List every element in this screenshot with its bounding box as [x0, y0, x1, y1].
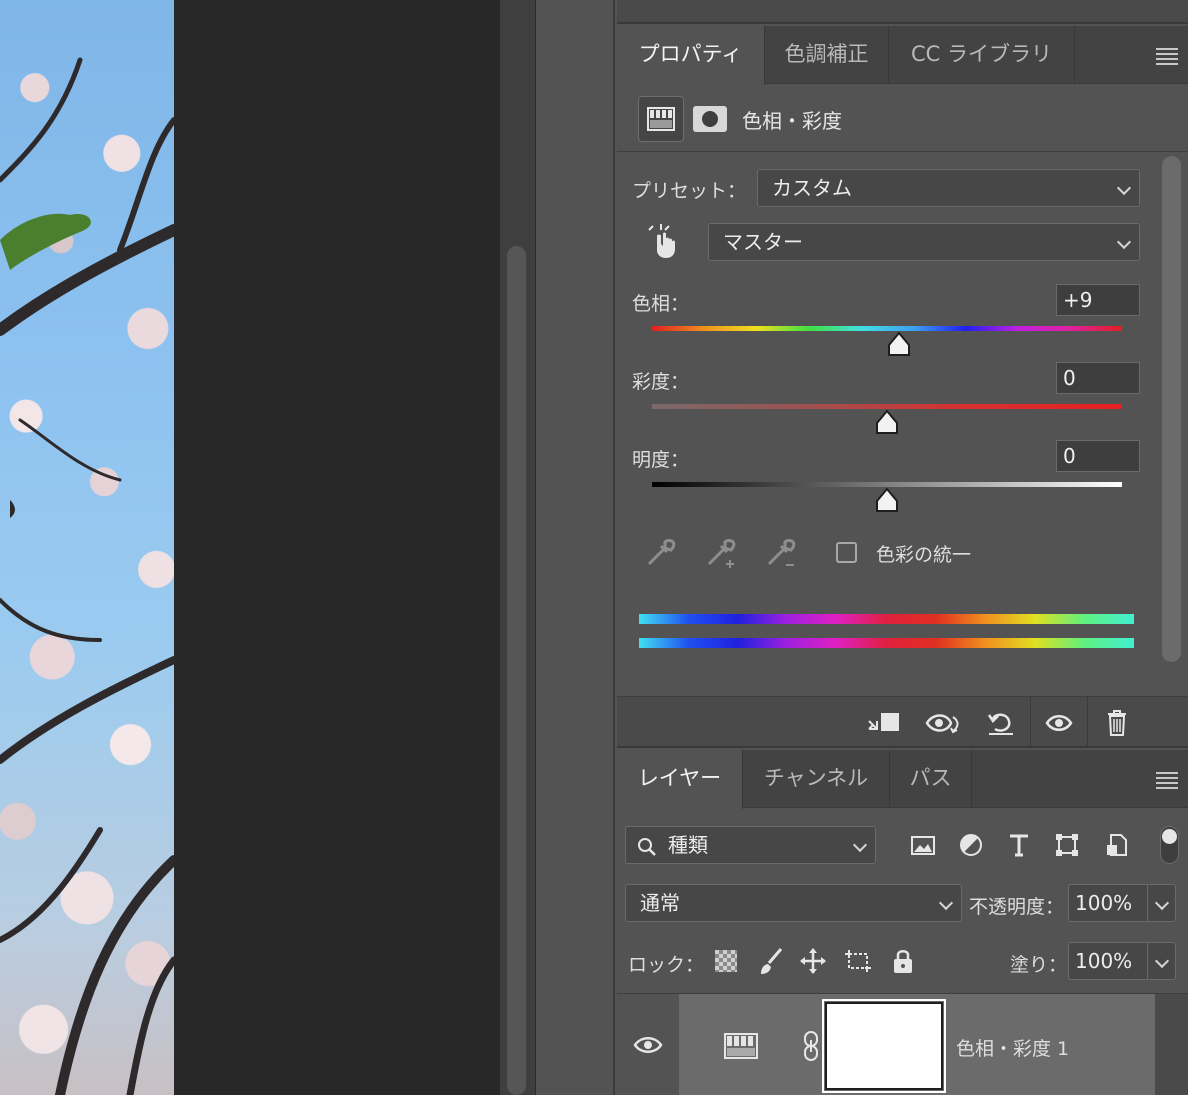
- panel-menu-icon[interactable]: [1156, 48, 1178, 65]
- tab-channels[interactable]: チャンネル: [743, 750, 890, 808]
- source-color-bar: [639, 614, 1134, 624]
- tab-adjustments[interactable]: 色調補正: [765, 26, 889, 84]
- lightness-value-field[interactable]: 0: [1056, 440, 1140, 472]
- preset-select[interactable]: カスタム: [757, 169, 1140, 207]
- saturation-slider-thumb[interactable]: [875, 409, 899, 435]
- reset-icon[interactable]: [981, 707, 1021, 739]
- smart-object-filter-icon[interactable]: [1103, 831, 1131, 859]
- chevron-down-icon[interactable]: [1154, 895, 1170, 911]
- hue-label: 色相：: [632, 293, 690, 315]
- hue-value-field[interactable]: +9: [1056, 284, 1140, 316]
- targeted-adjustment-hand-icon[interactable]: [645, 222, 679, 260]
- chevron-down-icon: [1116, 180, 1132, 196]
- layer-visibility-eye-icon[interactable]: [633, 1034, 663, 1056]
- canvas-photo: [0, 0, 174, 1095]
- properties-tab-bar: プロパティ 色調補正 CC ライブラリ: [617, 26, 1188, 85]
- layer-filter-kind-select[interactable]: 種類: [625, 826, 876, 864]
- tab-cc-libraries[interactable]: CC ライブラリ: [889, 26, 1075, 84]
- tab-layers[interactable]: レイヤー: [617, 750, 743, 809]
- fill-field[interactable]: 100%: [1068, 942, 1176, 980]
- preset-value: カスタム: [772, 176, 852, 200]
- canvas-scrollbar-thumb[interactable]: [507, 246, 526, 1095]
- saturation-value-field[interactable]: 0: [1056, 362, 1140, 394]
- colorize-label: 色彩の統一: [876, 544, 972, 566]
- adjustment-filter-icon[interactable]: [957, 831, 985, 859]
- lock-all-icon[interactable]: [890, 946, 916, 976]
- layer-row[interactable]: 色相・彩度 1: [617, 993, 1188, 1095]
- result-color-bar: [639, 638, 1134, 648]
- adjustment-title: 色相・彩度: [742, 109, 842, 133]
- lock-transparency-icon[interactable]: [715, 950, 737, 972]
- lock-artboard-icon[interactable]: [843, 946, 873, 976]
- clip-to-layer-icon[interactable]: [863, 707, 903, 739]
- visibility-eye-icon[interactable]: [1039, 707, 1079, 739]
- lock-label: ロック：: [628, 954, 705, 976]
- saturation-label: 彩度：: [632, 371, 690, 393]
- lightness-slider-thumb[interactable]: [875, 487, 899, 513]
- layer-mask-thumbnail[interactable]: [822, 999, 946, 1093]
- lightness-label: 明度：: [632, 449, 690, 471]
- search-icon: [638, 838, 656, 856]
- channel-value: マスター: [723, 230, 803, 254]
- layers-tab-bar: レイヤー チャンネル パス: [617, 750, 1188, 809]
- hue-slider-thumb[interactable]: [887, 331, 911, 357]
- preset-label: プリセット：: [632, 180, 747, 202]
- canvas-pasteboard: [174, 0, 500, 1095]
- blend-mode-select[interactable]: 通常: [625, 884, 962, 922]
- view-previous-state-icon[interactable]: [923, 707, 963, 739]
- panel-top-strip: [617, 0, 1188, 24]
- lock-paint-icon[interactable]: [757, 946, 785, 976]
- layer-name[interactable]: 色相・彩度 1: [956, 1034, 1069, 1061]
- properties-footer: [617, 696, 1188, 748]
- chevron-down-icon[interactable]: [1154, 953, 1170, 969]
- link-icon[interactable]: [801, 1030, 821, 1062]
- properties-scrollbar[interactable]: [1162, 156, 1181, 662]
- properties-header: 色相・彩度: [617, 84, 1188, 152]
- tab-paths[interactable]: パス: [890, 750, 972, 808]
- eyedropper-minus-icon[interactable]: [763, 534, 799, 570]
- image-filter-icon[interactable]: [909, 831, 937, 859]
- blend-mode-value: 通常: [640, 891, 680, 915]
- tab-properties[interactable]: プロパティ: [617, 26, 765, 85]
- opacity-value: 100%: [1075, 891, 1133, 915]
- opacity-field[interactable]: 100%: [1068, 884, 1176, 922]
- chevron-down-icon: [1116, 234, 1132, 250]
- trash-icon[interactable]: [1097, 707, 1137, 739]
- layers-panel-menu-icon[interactable]: [1156, 772, 1178, 789]
- layer-visibility-cell[interactable]: [617, 994, 679, 1095]
- fill-value: 100%: [1075, 949, 1133, 973]
- shape-filter-icon[interactable]: [1053, 831, 1081, 859]
- right-panel-dock: プロパティ 色調補正 CC ライブラリ 色相・彩度 プリセット： カスタム マス…: [617, 0, 1188, 1095]
- lock-position-icon[interactable]: [799, 946, 827, 976]
- type-filter-icon[interactable]: [1005, 831, 1033, 859]
- eyedropper-icon[interactable]: [643, 534, 679, 570]
- layer-mask-icon[interactable]: [693, 106, 727, 132]
- chevron-down-icon: [938, 895, 954, 911]
- chevron-down-icon: [852, 837, 868, 853]
- colorize-checkbox[interactable]: [836, 542, 857, 563]
- hue-saturation-layer-icon: [723, 1032, 759, 1060]
- filter-toggle-switch[interactable]: [1160, 826, 1179, 864]
- channel-select[interactable]: マスター: [708, 223, 1140, 261]
- eyedropper-plus-icon[interactable]: [703, 534, 739, 570]
- opacity-label: 不透明度：: [969, 896, 1065, 918]
- panel-dock-gap: [537, 0, 615, 1095]
- layers-scroll-gutter: [1155, 994, 1188, 1095]
- hue-saturation-adjustment-icon[interactable]: [638, 96, 684, 142]
- fill-label: 塗り：: [1010, 954, 1068, 976]
